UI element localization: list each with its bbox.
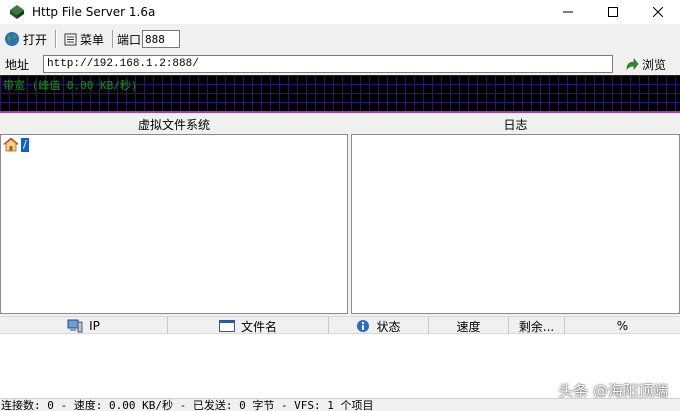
column-percent-label: % xyxy=(616,319,629,333)
maximize-icon xyxy=(607,7,618,17)
open-label: 打开 xyxy=(23,32,48,47)
column-speed[interactable]: 速度 xyxy=(429,317,509,335)
app-icon xyxy=(10,5,24,19)
vfs-tree[interactable]: / xyxy=(0,134,348,314)
bandwidth-graph: 带宽 (峰值 0.00 KB/秒) xyxy=(0,75,680,113)
column-filename[interactable]: 文件名 xyxy=(168,317,329,335)
column-status-label: 状态 xyxy=(376,319,401,334)
column-speed-label: 速度 xyxy=(456,319,481,334)
home-icon xyxy=(3,137,19,152)
address-label: 地址 xyxy=(5,57,30,72)
column-remaining[interactable]: 剩余... xyxy=(509,317,565,335)
title-bar: Http File Server 1.6a xyxy=(0,0,680,24)
browse-button[interactable]: 浏览 xyxy=(625,56,666,73)
status-bar: 连接数: 0 - 速度: 0.00 KB/秒 - 已发送: 0 字节 - VFS… xyxy=(0,398,680,411)
arrow-forward-icon xyxy=(626,58,639,70)
port-input[interactable] xyxy=(142,30,181,48)
log-header: 日志 xyxy=(503,118,528,132)
close-button[interactable] xyxy=(635,0,680,24)
column-ip[interactable]: IP xyxy=(0,317,168,335)
window-title: Http File Server 1.6a xyxy=(32,5,156,19)
address-input[interactable] xyxy=(43,55,613,73)
column-filename-label: 文件名 xyxy=(240,319,277,334)
bandwidth-text: 带宽 (峰值 0.00 KB/秒) xyxy=(3,79,138,92)
close-icon xyxy=(652,7,663,17)
menu-icon xyxy=(64,33,77,45)
column-remaining-label: 剩余... xyxy=(518,319,555,334)
column-percent[interactable]: % xyxy=(565,317,680,335)
vfs-header: 虚拟文件系统 xyxy=(137,118,210,132)
connections-header: IP 文件名 状态 速度 剩余... % xyxy=(0,316,680,335)
port-label: 端口 xyxy=(117,32,142,47)
toolbar: 打开 菜单 端口 xyxy=(0,28,680,50)
info-icon xyxy=(357,320,370,332)
toolbar-separator xyxy=(112,30,114,48)
window-icon xyxy=(218,320,235,332)
vfs-root-item[interactable]: / xyxy=(3,137,29,152)
computer-icon xyxy=(67,319,83,333)
browse-label: 浏览 xyxy=(642,57,667,72)
column-ip-label: IP xyxy=(89,319,100,333)
log-panel[interactable] xyxy=(351,134,680,314)
menu-label: 菜单 xyxy=(80,32,105,47)
address-bar: 地址 浏览 xyxy=(0,53,680,75)
globe-icon xyxy=(5,32,19,46)
minimize-button[interactable] xyxy=(545,0,590,24)
column-status[interactable]: 状态 xyxy=(329,317,429,335)
maximize-button[interactable] xyxy=(590,0,635,24)
menu-button[interactable]: 菜单 xyxy=(60,29,108,49)
minimize-icon xyxy=(562,11,573,13)
vfs-root-label: / xyxy=(21,137,29,152)
open-button[interactable]: 打开 xyxy=(0,29,51,49)
toolbar-separator xyxy=(55,30,57,48)
